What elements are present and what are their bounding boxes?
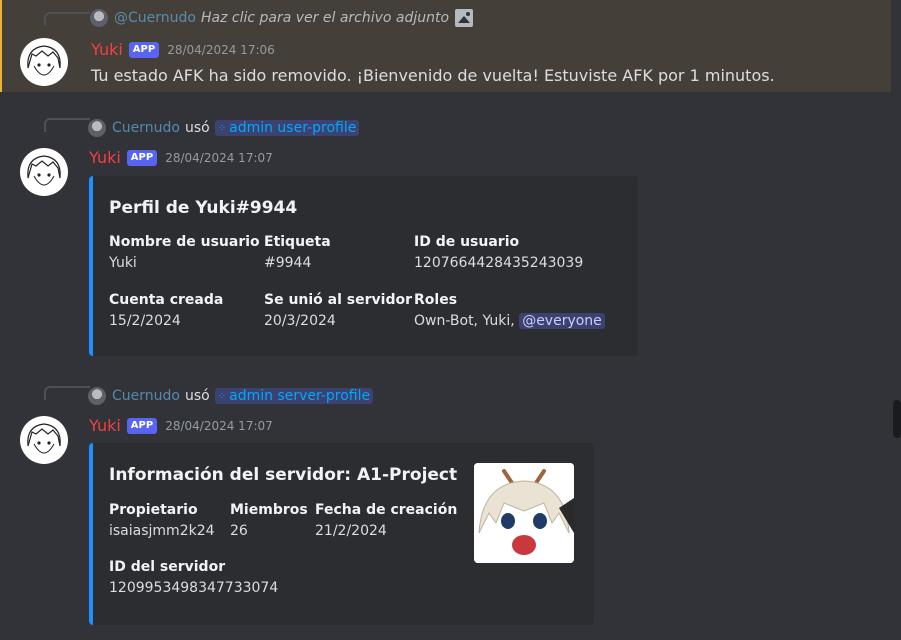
author-name[interactable]: Yuki: [89, 148, 121, 167]
field-value: Own-Bot, Yuki, @everyone: [414, 313, 605, 329]
field-name: Cuenta creada: [109, 292, 224, 308]
slash-command[interactable]: ⁘ admin server-profile: [214, 388, 374, 404]
field-value: 26: [230, 523, 248, 539]
field-user-id: ID de usuario 1207664428435243039: [414, 234, 583, 271]
field-value: 1209953498347733074: [109, 580, 279, 596]
app-badge: APP: [126, 417, 158, 434]
field-name: Etiqueta: [264, 234, 331, 250]
reply-username[interactable]: Cuernudo: [112, 388, 180, 404]
field-value: 20/3/2024: [264, 313, 336, 329]
reply-avatar: [88, 387, 106, 405]
used-text: usó: [184, 388, 210, 404]
field-value: Yuki: [109, 255, 137, 271]
embed-title: Información del servidor: A1-Project: [109, 465, 458, 485]
field-creation-date: Fecha de creación 21/2/2024: [315, 502, 457, 539]
message-user-profile: Cuernudo usó ⁘ admin user-profile Yuki A…: [0, 110, 889, 360]
command-name: admin user-profile: [229, 120, 357, 136]
message-content: Tu estado AFK ha sido removido. ¡Bienven…: [91, 66, 775, 85]
field-name: ID del servidor: [109, 559, 226, 575]
app-badge: APP: [126, 149, 158, 166]
field-members: Miembros 26: [230, 502, 308, 539]
app-badge: APP: [128, 41, 160, 58]
field-server-id: ID del servidor 1209953498347733074: [109, 559, 278, 596]
field-owner: Propietario isaiasjmm2k24: [109, 502, 215, 539]
server-icon-thumbnail[interactable]: [474, 463, 574, 563]
profile-embed: Perfil de Yuki#9944 Nombre de usuario Yu…: [89, 176, 638, 356]
reply-connector: [44, 118, 90, 132]
field-name: Miembros: [230, 502, 308, 518]
slash-command-icon: ⁘: [217, 122, 226, 134]
command-reply[interactable]: Cuernudo usó ⁘ admin server-profile: [88, 386, 374, 406]
image-icon: [455, 9, 474, 27]
field-value: 1207664428435243039: [414, 255, 584, 271]
roles-list: Own-Bot, Yuki,: [414, 313, 515, 329]
field-name: Se unió al servidor: [264, 292, 412, 308]
field-name: Fecha de creación: [315, 502, 458, 518]
message-server-profile: Cuernudo usó ⁘ admin server-profile Yuki…: [0, 378, 889, 640]
command-name: admin server-profile: [229, 388, 371, 404]
command-reply[interactable]: Cuernudo usó ⁘ admin user-profile: [88, 118, 360, 138]
author-name[interactable]: Yuki: [89, 416, 121, 435]
used-text: usó: [184, 120, 210, 136]
field-joined: Se unió al servidor 20/3/2024: [264, 292, 412, 329]
embed-title: Perfil de Yuki#9944: [109, 198, 298, 218]
reply-connector: [44, 12, 90, 26]
avatar[interactable]: [20, 38, 68, 86]
field-value: 15/2/2024: [109, 313, 181, 329]
reply-username[interactable]: Cuernudo: [112, 120, 180, 136]
message-afk: @Cuernudo Haz clic para ver el archivo a…: [0, 0, 891, 92]
avatar[interactable]: [20, 416, 68, 464]
field-value: #9944: [264, 255, 312, 271]
slash-command-icon: ⁘: [217, 390, 226, 402]
field-tag: Etiqueta #9944: [264, 234, 331, 271]
reply-connector: [44, 386, 90, 400]
reply-preview[interactable]: @Cuernudo Haz clic para ver el archivo a…: [90, 8, 474, 28]
server-embed: Información del servidor: A1-Project Pro…: [89, 443, 594, 625]
field-name: ID de usuario: [414, 234, 520, 250]
field-name: Nombre de usuario: [109, 234, 260, 250]
field-name: Propietario: [109, 502, 198, 518]
role-mention[interactable]: @everyone: [519, 313, 605, 329]
field-value: 21/2/2024: [315, 523, 387, 539]
field-roles: Roles Own-Bot, Yuki, @everyone: [414, 292, 605, 329]
field-created: Cuenta creada 15/2/2024: [109, 292, 223, 329]
reply-avatar: [90, 9, 108, 27]
scrollbar-thumb[interactable]: [893, 400, 901, 438]
field-name: Roles: [414, 292, 458, 308]
field-value: isaiasjmm2k24: [109, 523, 215, 539]
reply-username[interactable]: @Cuernudo: [114, 10, 196, 26]
reply-attachment-text[interactable]: Haz clic para ver el archivo adjunto: [201, 10, 449, 26]
field-username: Nombre de usuario Yuki: [109, 234, 260, 271]
timestamp: 28/04/2024 17:07: [165, 150, 273, 165]
timestamp: 28/04/2024 17:07: [165, 418, 273, 433]
author-name[interactable]: Yuki: [91, 40, 123, 59]
reply-avatar: [88, 119, 106, 137]
avatar[interactable]: [20, 148, 68, 196]
timestamp: 28/04/2024 17:06: [167, 42, 275, 57]
slash-command[interactable]: ⁘ admin user-profile: [214, 120, 360, 136]
